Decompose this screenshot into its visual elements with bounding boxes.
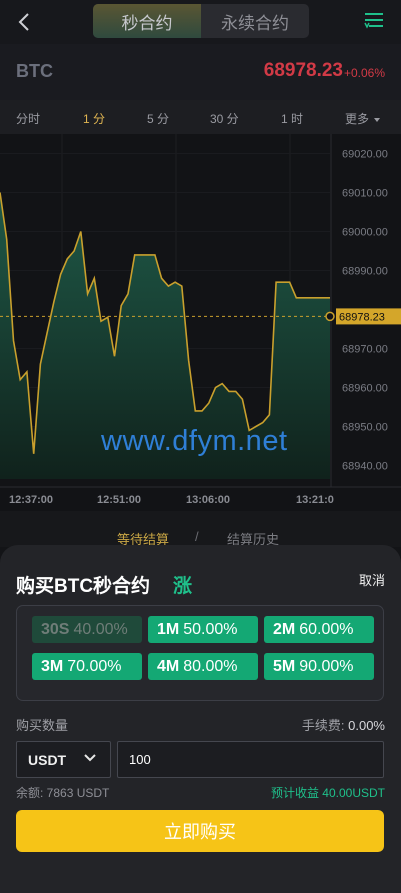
option-rate: 40.00% [73, 620, 128, 638]
buy-sheet: 购买BTC秒合约 涨 取消 30S 40.00% 1M 50.00% 2M 60.00… [0, 545, 401, 893]
current-price-dot [325, 311, 335, 322]
interval-30m[interactable]: 30 分 [210, 110, 239, 127]
option-time: 30S [41, 620, 70, 638]
tab-perpetual-contract[interactable]: 永续合约 [201, 4, 309, 38]
contract-type-switch: 秒合约 永续合约 [93, 4, 309, 38]
currency-value: USDT [28, 751, 67, 768]
fee-label: 手续费: 0.00% [302, 715, 385, 734]
option-time: 3M [41, 657, 64, 675]
symbol-label: BTC [16, 61, 53, 81]
fee-caption: 手续费: [301, 718, 349, 733]
sheet-title: 购买BTC秒合约 [16, 576, 151, 597]
ticker-row: BTC 68978.23 +0.06% [0, 44, 401, 100]
interval-1m[interactable]: 1 分 [83, 110, 105, 127]
x-tick-label: 12:51:00 [97, 494, 141, 506]
menu-button[interactable] [363, 10, 385, 32]
x-tick-label: 13:21:0 [296, 494, 334, 506]
interval-more-label: 更多 [345, 112, 370, 126]
tab-separator: / [195, 529, 199, 544]
x-tick-label: 12:37:00 [9, 494, 53, 506]
balance-text: 余额: 7863 USDT [16, 786, 110, 800]
option-time: 2M [273, 620, 296, 638]
direction-label: 涨 [173, 576, 193, 597]
tab-second-contract[interactable]: 秒合约 [93, 4, 201, 38]
settlement-tabs: 等待结算 / 结算历史 [0, 511, 401, 547]
option-rate: 60.00% [299, 620, 354, 638]
option-3m[interactable]: 3M 70.00% [32, 653, 142, 680]
caret-down-icon [374, 117, 381, 122]
y-tick-label: 68960.00 [342, 383, 388, 395]
option-rate: 50.00% [183, 620, 238, 638]
buy-now-button[interactable]: 立即购买 [16, 810, 384, 852]
current-price-label: 68978.23 [339, 311, 385, 323]
y-tick-label: 68950.00 [342, 422, 388, 434]
y-tick-label: 68990.00 [342, 266, 388, 278]
x-tick-label: 13:06:00 [186, 494, 230, 506]
chevron-left-icon [18, 13, 29, 31]
fee-value: 0.00% [348, 718, 385, 733]
option-time: 1M [157, 620, 180, 638]
option-2m[interactable]: 2M 60.00% [264, 616, 374, 643]
back-button[interactable] [14, 10, 34, 34]
interval-tabs: 分时 1 分 5 分 30 分 1 时 更多 [0, 100, 401, 134]
top-bar: 秒合约 永续合约 [0, 0, 401, 44]
y-tick-label: 69000.00 [342, 227, 388, 239]
option-time: 5M [273, 657, 296, 675]
amount-input[interactable] [117, 741, 384, 778]
duration-options: 30S 40.00% 1M 50.00% 2M 60.00% 3M 70.00% 4M 8… [16, 605, 384, 701]
quantity-label: 购买数量 [16, 718, 69, 733]
y-tick-label: 69010.00 [342, 188, 388, 200]
option-30s[interactable]: 30S 40.00% [32, 616, 142, 643]
option-5m[interactable]: 5M 90.00% [264, 653, 374, 680]
cancel-button[interactable]: 取消 [359, 570, 385, 589]
y-tick-label: 69020.00 [342, 149, 388, 161]
option-time: 4M [157, 657, 180, 675]
last-price: 68978.23 [263, 60, 343, 81]
interval-1h[interactable]: 1 时 [281, 110, 303, 127]
y-tick-label: 68940.00 [342, 461, 388, 473]
option-rate: 80.00% [183, 657, 238, 675]
interval-5m[interactable]: 5 分 [147, 110, 169, 127]
price-change: +0.06% [343, 66, 385, 80]
option-rate: 70.00% [67, 657, 122, 675]
option-4m[interactable]: 4M 80.00% [148, 653, 258, 680]
interval-timeline[interactable]: 分时 [16, 110, 40, 127]
watermark-text: www.dfym.net [101, 425, 288, 457]
option-rate: 90.00% [299, 657, 354, 675]
filter-menu-icon [364, 13, 383, 29]
chevron-down-icon [84, 754, 96, 762]
interval-more[interactable]: 更多 [345, 110, 381, 127]
y-tick-label: 68970.00 [342, 344, 388, 356]
option-1m[interactable]: 1M 50.00% [148, 616, 258, 643]
price-chart[interactable]: 68978.23 69020.00 69010.00 69000.00 68990.00… [0, 134, 401, 511]
currency-select[interactable]: USDT [16, 741, 111, 778]
expected-profit: 预计收益 40.00USDT [270, 786, 385, 800]
